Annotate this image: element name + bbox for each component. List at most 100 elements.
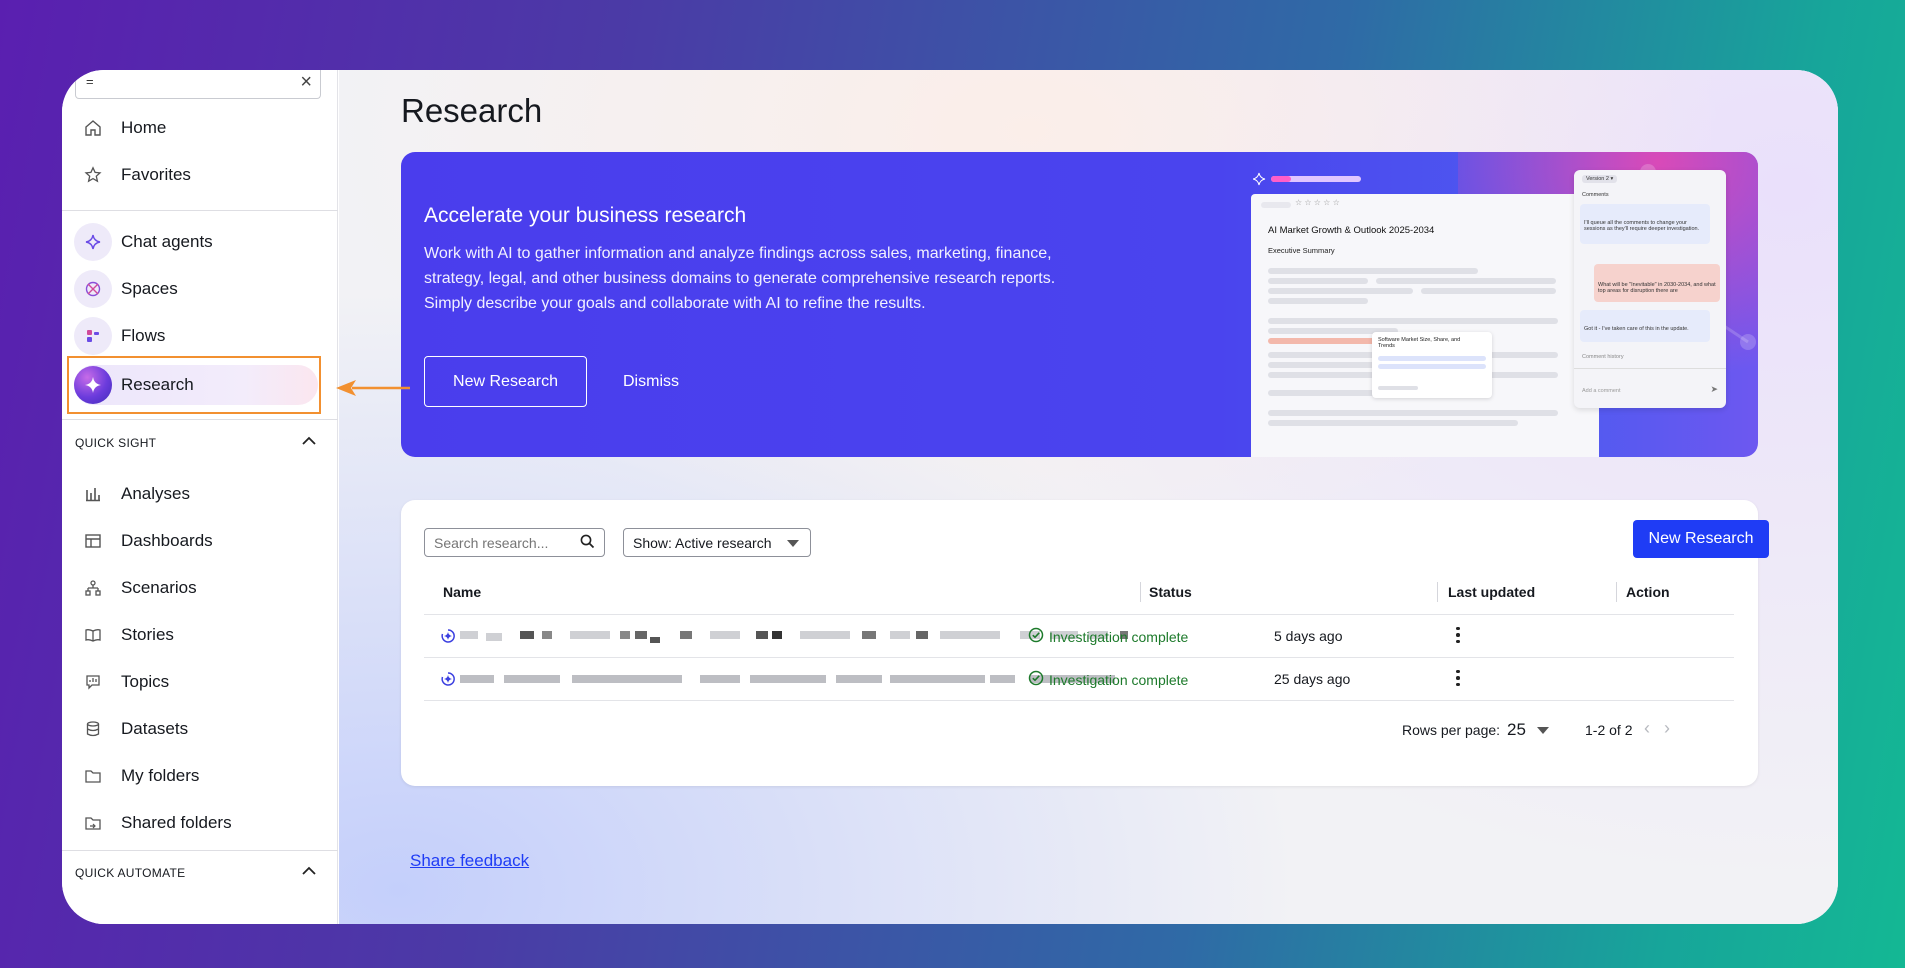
- sidebar-item-datasets[interactable]: Datasets: [62, 709, 338, 749]
- preview-popup-title: Software Market Size, Share, and Trends: [1378, 337, 1461, 349]
- page-title: Research: [401, 92, 543, 129]
- sidebar-search-input[interactable]: = ×: [75, 70, 321, 99]
- more-options-icon[interactable]: [1447, 666, 1469, 690]
- check-circle-icon: [1028, 670, 1044, 689]
- sidebar-item-home[interactable]: Home: [62, 108, 338, 148]
- sidebar-item-label: Home: [121, 118, 167, 137]
- chevron-right-icon[interactable]: ›: [1664, 718, 1670, 739]
- last-updated: 5 days ago: [1274, 628, 1343, 644]
- sidebar-item-label: Flows: [121, 326, 166, 345]
- app-window: = × Home Favorites Chat agents Spaces Fl…: [62, 70, 1838, 924]
- sidebar-item-flows[interactable]: Flows: [62, 316, 338, 356]
- sidebar-item-favorites[interactable]: Favorites: [62, 155, 338, 195]
- preview-doc-subtitle: Executive Summary: [1268, 246, 1335, 255]
- caret-down-icon: [1537, 727, 1549, 734]
- sidebar-item-label: Datasets: [121, 719, 189, 738]
- preview-version: Version 2 ▾: [1582, 175, 1618, 183]
- banner-body: Work with AI to gather information and a…: [424, 245, 1056, 312]
- sidebar-item-label: My folders: [121, 766, 200, 785]
- preview-doc-title: AI Market Growth & Outlook 2025-2034: [1268, 225, 1435, 236]
- sidebar-item-label: Chat agents: [121, 232, 213, 251]
- sidebar-item-topics[interactable]: Topics: [62, 662, 338, 702]
- search-input[interactable]: [424, 528, 605, 557]
- folder-icon: [82, 765, 104, 787]
- sidebar-item-stories[interactable]: Stories: [62, 615, 338, 655]
- rows-per-page-select[interactable]: 25: [1499, 715, 1555, 745]
- sparkle-icon: [1253, 172, 1361, 186]
- status-text: Investigation complete: [1049, 628, 1189, 645]
- banner-new-research-button[interactable]: New Research: [424, 356, 587, 407]
- more-options-icon[interactable]: [1447, 623, 1469, 647]
- close-icon[interactable]: ×: [300, 72, 312, 92]
- status-badge: Investigation complete: [1028, 627, 1188, 646]
- sidebar-item-spaces[interactable]: Spaces: [62, 269, 338, 309]
- preview-document: ☆ ☆ ☆ ☆ ☆ AI Market Growth & Outlook 202…: [1251, 194, 1599, 457]
- sidebar-item-label: Scenarios: [121, 578, 197, 597]
- table-row[interactable]: Investigation complete 25 days ago: [424, 658, 1734, 700]
- research-item-icon: [440, 671, 456, 692]
- share-feedback-link[interactable]: Share feedback: [410, 851, 529, 871]
- preview-comments-panel: Version 2 ▾ Comments I'll queue all the …: [1574, 170, 1726, 408]
- column-header-last-updated[interactable]: Last updated: [1448, 584, 1535, 600]
- status-badge: Investigation complete: [1028, 670, 1188, 689]
- divider: [62, 419, 338, 420]
- preview-comment-3: Got it - I've taken care of this in the …: [1584, 326, 1689, 332]
- divider: [62, 210, 338, 211]
- filter-select[interactable]: Show: Active research: [623, 528, 811, 557]
- sidebar-item-label: Shared folders: [121, 813, 232, 832]
- sidebar-item-label: Spaces: [121, 279, 178, 298]
- arrow-left-icon: [336, 380, 410, 396]
- sidebar-item-label: Topics: [121, 672, 170, 691]
- dismiss-button[interactable]: Dismiss: [611, 356, 691, 407]
- search-icon[interactable]: [580, 534, 595, 554]
- preview-comment-1: I'll queue all the comments to change yo…: [1584, 220, 1700, 232]
- sidebar-item-label: Analyses: [121, 484, 190, 503]
- research-table-card: Show: Active research New Research Name …: [401, 500, 1769, 786]
- dashboard-icon: [82, 530, 104, 552]
- send-icon: ➤: [1710, 384, 1718, 394]
- rows-per-page-value: 25: [1507, 720, 1526, 739]
- section-header-quick-automate[interactable]: QUICK AUTOMATE: [75, 861, 325, 885]
- chevron-left-icon[interactable]: ‹: [1644, 718, 1650, 739]
- section-header-quick-sight[interactable]: QUICK SIGHT: [75, 431, 325, 455]
- preview-add-comment: Add a comment: [1582, 388, 1621, 394]
- section-title: QUICK SIGHT: [75, 436, 157, 450]
- preview-popup: Software Market Size, Share, and Trends: [1372, 332, 1492, 398]
- sidebar-item-my-folders[interactable]: My folders: [62, 756, 338, 796]
- sidebar-item-analyses[interactable]: Analyses: [62, 474, 338, 514]
- preview-comments-label: Comments: [1582, 192, 1609, 198]
- column-header-name[interactable]: Name: [443, 584, 481, 600]
- sidebar-item-label: Stories: [121, 625, 174, 644]
- column-header-status[interactable]: Status: [1149, 584, 1192, 600]
- research-item-icon: [440, 628, 456, 649]
- section-title: QUICK AUTOMATE: [75, 866, 186, 880]
- column-divider[interactable]: [1140, 582, 1141, 602]
- topics-icon: [82, 671, 104, 693]
- sidebar-item-label: Favorites: [121, 165, 191, 184]
- sidebar-item-chat-agents[interactable]: Chat agents: [62, 222, 338, 262]
- column-divider[interactable]: [1437, 582, 1438, 602]
- check-circle-icon: [1028, 627, 1044, 646]
- rows-per-page-label: Rows per page:: [1402, 722, 1501, 738]
- sidebar-search-value: =: [86, 74, 94, 89]
- database-icon: [82, 718, 104, 740]
- sparkle-icon: [74, 223, 112, 261]
- home-icon: [82, 117, 104, 139]
- flows-icon: [74, 317, 112, 355]
- column-divider[interactable]: [1616, 582, 1617, 602]
- chevron-up-icon[interactable]: [301, 433, 317, 452]
- sidebar-item-shared-folders[interactable]: Shared folders: [62, 803, 338, 843]
- table-row[interactable]: Investigation complete 5 days ago: [424, 615, 1734, 657]
- sidebar-item-dashboards[interactable]: Dashboards: [62, 521, 338, 561]
- book-icon: [82, 624, 104, 646]
- chevron-up-icon[interactable]: [301, 863, 317, 882]
- intro-banner: Accelerate your business research Work w…: [401, 152, 1758, 457]
- sidebar-item-scenarios[interactable]: Scenarios: [62, 568, 338, 608]
- column-header-action: Action: [1626, 584, 1670, 600]
- highlight-box: [67, 356, 321, 414]
- row-divider: [424, 700, 1734, 701]
- caret-down-icon: [787, 540, 799, 547]
- new-research-button[interactable]: New Research: [1633, 520, 1769, 558]
- bar-chart-icon: [82, 483, 104, 505]
- shared-folder-icon: [82, 812, 104, 834]
